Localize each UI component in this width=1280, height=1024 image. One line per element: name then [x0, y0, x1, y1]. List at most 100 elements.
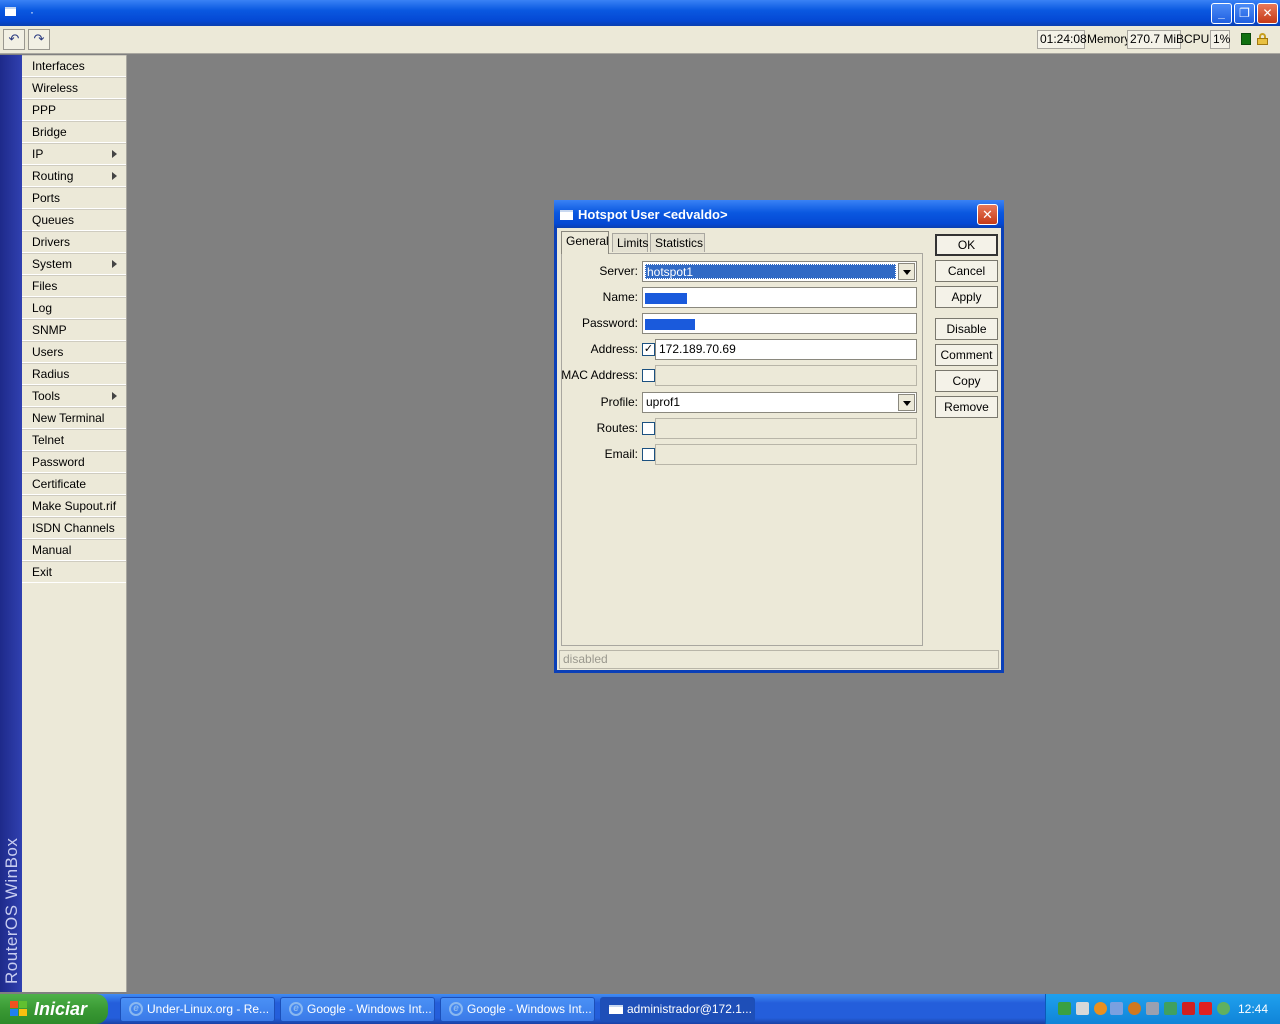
- profile-select[interactable]: uprof1: [642, 392, 917, 413]
- address-checkbox[interactable]: ✓: [642, 343, 655, 356]
- gear-icon[interactable]: [1094, 1002, 1107, 1015]
- sidebar-item-label: Certificate: [32, 477, 87, 491]
- sidebar-item-ip[interactable]: IP: [22, 143, 126, 165]
- monitor-icon[interactable]: [1110, 1002, 1123, 1015]
- dialog-close-button[interactable]: ✕: [977, 204, 998, 225]
- sidebar-item-label: Drivers: [32, 235, 70, 249]
- dialog-title-bar[interactable]: Hotspot User <edvaldo> ✕: [554, 200, 1004, 228]
- taskbar-task-label: administrador@172.1...: [627, 1002, 752, 1016]
- chevron-down-icon[interactable]: [898, 263, 915, 280]
- sidebar-item-tools[interactable]: Tools: [22, 385, 126, 407]
- tab-limits[interactable]: Limits: [612, 233, 648, 252]
- password-input[interactable]: [642, 313, 917, 334]
- ok-button[interactable]: OK: [935, 234, 998, 256]
- server-select[interactable]: hotspot1: [642, 261, 917, 282]
- sidebar-item-isdn-channels[interactable]: ISDN Channels: [22, 517, 126, 539]
- ati-icon[interactable]: [1182, 1002, 1195, 1015]
- mac-address-label: MAC Address:: [561, 368, 638, 382]
- name-input[interactable]: [642, 287, 917, 308]
- clock: 12:44: [1237, 1002, 1268, 1016]
- main-menu: Interfaces Wireless PPP Bridge IP Routing Port…: [22, 55, 127, 992]
- address-label: Address:: [590, 342, 638, 356]
- sidebar-item-ppp[interactable]: PPP: [22, 99, 126, 121]
- sidebar-item-label: Telnet: [32, 433, 65, 447]
- chevron-right-icon: [112, 172, 117, 180]
- routes-checkbox[interactable]: [642, 422, 655, 435]
- email-input[interactable]: [655, 444, 917, 465]
- sidebar-item-radius[interactable]: Radius: [22, 363, 126, 385]
- undo-button[interactable]: ↶: [3, 29, 25, 50]
- sidebar-item-manual[interactable]: Manual: [22, 539, 126, 561]
- sidebar-item-bridge[interactable]: Bridge: [22, 121, 126, 143]
- sidebar-item-label: Bridge: [32, 125, 67, 139]
- redacted-name-block: [645, 293, 687, 304]
- sidebar-item-drivers[interactable]: Drivers: [22, 231, 126, 253]
- restore-button[interactable]: ❐: [1234, 3, 1255, 24]
- mac-address-row: MAC Address:: [561, 365, 924, 387]
- taskbar-task[interactable]: e Under-Linux.org - Re...: [120, 997, 275, 1022]
- sidebar-item-label: Wireless: [32, 81, 79, 95]
- sidebar-item-exit[interactable]: Exit: [22, 561, 126, 583]
- start-label: Iniciar: [34, 999, 88, 1019]
- email-checkbox[interactable]: [642, 448, 655, 461]
- sidebar-item-new-terminal[interactable]: New Terminal: [22, 407, 126, 429]
- taskbar: Iniciar e Under-Linux.org - Re... e Google …: [0, 994, 1280, 1024]
- sidebar-item-make-supout-rif[interactable]: Make Supout.rif: [22, 495, 126, 517]
- sidebar-item-password[interactable]: Password: [22, 451, 126, 473]
- routes-row: Routes:: [562, 418, 924, 440]
- address-input[interactable]: 172.189.70.69: [655, 339, 917, 360]
- sidebar-item-label: Interfaces: [32, 59, 85, 73]
- sidebar-item-label: Tools: [32, 389, 61, 403]
- sidebar-item-label: PPP: [32, 103, 57, 117]
- users-icon[interactable]: [1076, 1002, 1089, 1015]
- sidebar-item-log[interactable]: Log: [22, 297, 126, 319]
- taskbar-task-label: Google - Windows Int...: [467, 1002, 592, 1016]
- chevron-right-icon: [112, 150, 117, 158]
- server-selected-value: hotspot1: [645, 264, 896, 279]
- shield-icon[interactable]: [1164, 1002, 1177, 1015]
- remove-button[interactable]: Remove: [935, 396, 998, 418]
- sidebar-item-users[interactable]: Users: [22, 341, 126, 363]
- volume-icon[interactable]: [1146, 1002, 1159, 1015]
- mac-address-input[interactable]: [655, 365, 917, 386]
- password-row: Password:: [562, 313, 924, 335]
- sidebar-item-files[interactable]: Files: [22, 275, 126, 297]
- sidebar-item-label: System: [32, 257, 73, 271]
- sync-icon[interactable]: [1217, 1002, 1230, 1015]
- taskbar-task[interactable]: administrador@172.1...: [600, 997, 755, 1022]
- sidebar-item-snmp[interactable]: SNMP: [22, 319, 126, 341]
- sidebar-item-ports[interactable]: Ports: [22, 187, 126, 209]
- network-icon[interactable]: [1058, 1002, 1071, 1015]
- apply-button[interactable]: Apply: [935, 286, 998, 308]
- tab-statistics[interactable]: Statistics: [650, 233, 705, 252]
- sidebar-item-label: Ports: [32, 191, 61, 205]
- sidebar-item-interfaces[interactable]: Interfaces: [22, 55, 126, 77]
- start-button[interactable]: Iniciar: [0, 994, 108, 1024]
- settings-icon[interactable]: [1128, 1002, 1141, 1015]
- taskbar-task[interactable]: e Google - Windows Int...: [440, 997, 595, 1022]
- taskbar-task[interactable]: e Google - Windows Int...: [280, 997, 435, 1022]
- redo-button[interactable]: ↷: [28, 29, 50, 50]
- comment-button[interactable]: Comment: [935, 344, 998, 366]
- window-title: ·: [30, 5, 34, 19]
- cancel-button[interactable]: Cancel: [935, 260, 998, 282]
- email-row: Email:: [562, 444, 924, 466]
- tab-general[interactable]: General: [561, 231, 609, 254]
- sidebar-item-system[interactable]: System: [22, 253, 126, 275]
- copy-button[interactable]: Copy: [935, 370, 998, 392]
- sidebar-item-telnet[interactable]: Telnet: [22, 429, 126, 451]
- window-system-icon[interactable]: [5, 7, 16, 16]
- chevron-down-icon[interactable]: [898, 394, 915, 411]
- minimize-button[interactable]: _: [1211, 3, 1232, 24]
- close-button[interactable]: ✕: [1257, 3, 1278, 24]
- acrobat-icon[interactable]: [1199, 1002, 1212, 1015]
- sidebar-item-certificate[interactable]: Certificate: [22, 473, 126, 495]
- disable-button[interactable]: Disable: [935, 318, 998, 340]
- sidebar-item-label: Routing: [32, 169, 74, 183]
- sidebar-item-wireless[interactable]: Wireless: [22, 77, 126, 99]
- sidebar-item-queues[interactable]: Queues: [22, 209, 126, 231]
- sidebar-item-routing[interactable]: Routing: [22, 165, 126, 187]
- mac-address-checkbox[interactable]: [642, 369, 655, 382]
- ie-icon: e: [289, 1002, 303, 1016]
- routes-input[interactable]: [655, 418, 917, 439]
